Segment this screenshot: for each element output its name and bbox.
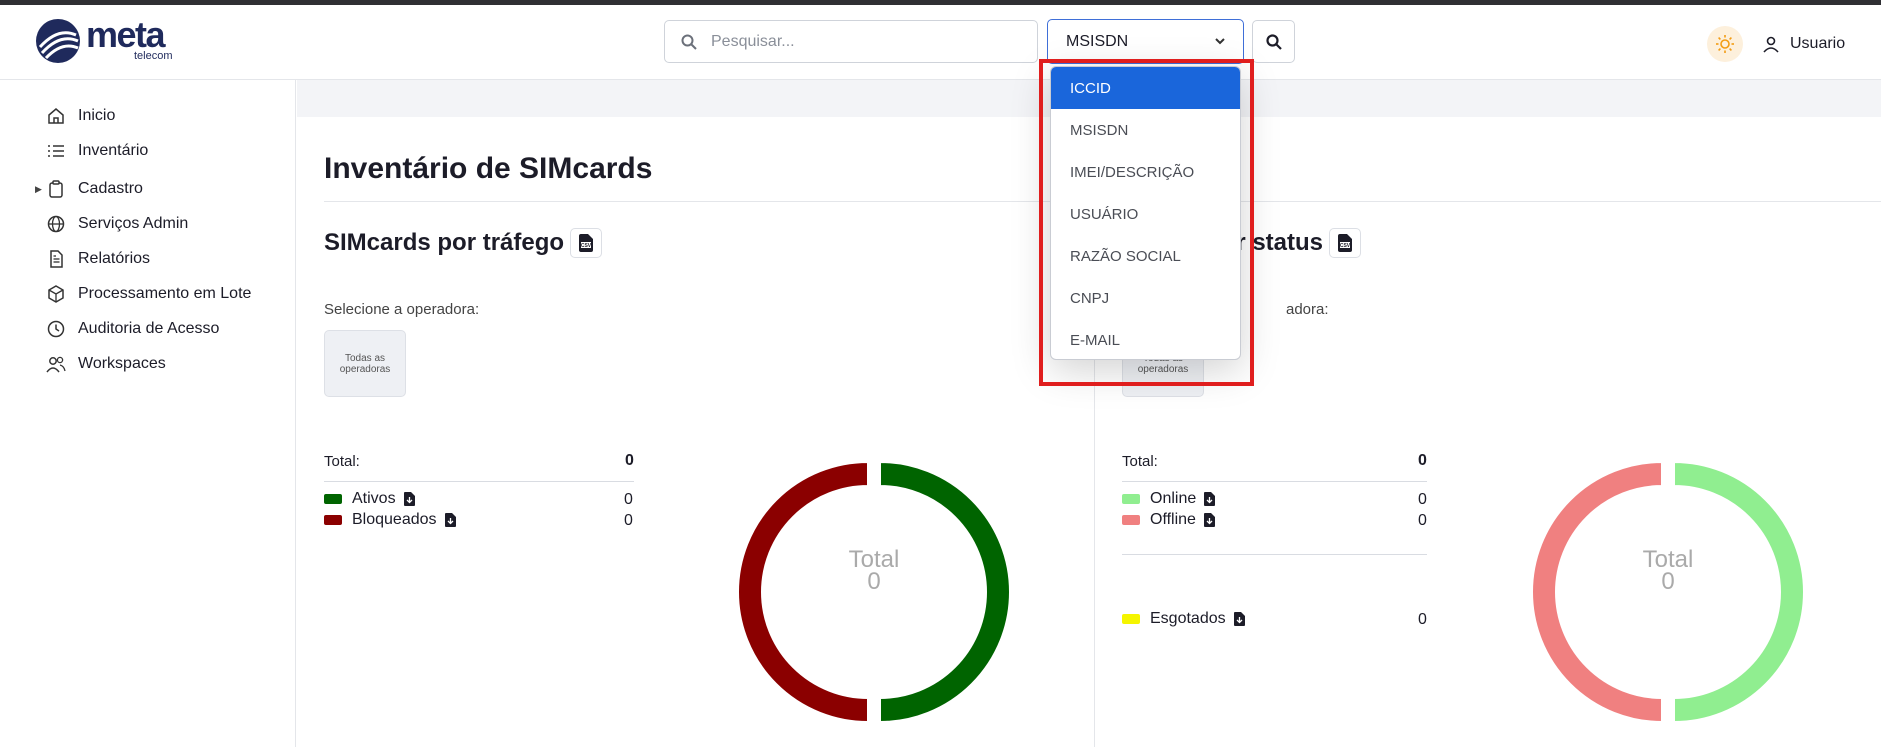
legend-swatch	[324, 515, 342, 525]
legend-value: 0	[1418, 491, 1427, 508]
list-icon	[46, 141, 66, 161]
legend-item-offline[interactable]: Offline	[1122, 511, 1215, 529]
legend-item-esgotados[interactable]: Esgotados	[1122, 610, 1245, 628]
sidebar: Inicio Inventário ▶ Cadastro Serviços Ad…	[0, 80, 296, 747]
sidebar-item-label: Inicio	[78, 107, 116, 124]
search-type-select[interactable]: MSISDN	[1047, 19, 1244, 64]
theme-toggle-button[interactable]	[1707, 26, 1743, 62]
logo-globe-icon	[36, 19, 80, 63]
download-icon[interactable]	[444, 513, 456, 527]
svg-text:CSV: CSV	[1340, 243, 1351, 249]
user-menu[interactable]: Usuario	[1762, 35, 1845, 53]
csv-file-icon: CSV	[579, 234, 594, 252]
total-divider	[1122, 481, 1427, 482]
donut-center-value: 0	[867, 568, 880, 595]
globe-icon	[46, 214, 66, 234]
download-icon[interactable]	[1204, 492, 1216, 506]
csv-export-button[interactable]: CSV	[1329, 228, 1362, 258]
legend-value: 0	[624, 512, 633, 529]
operator-select-label: adora:	[1286, 301, 1329, 318]
operator-option-all[interactable]: Todas as operadoras	[324, 330, 406, 397]
donut-segment-bloqueados[interactable]	[737, 460, 869, 724]
legend-label: Ativos	[352, 490, 396, 507]
download-icon[interactable]	[1203, 513, 1215, 527]
legend-swatch	[1122, 515, 1140, 525]
status-donut-chart: Total 0	[1531, 460, 1805, 724]
sidebar-item-label: Processamento em Lote	[78, 285, 252, 302]
total-divider	[324, 481, 634, 482]
box-icon	[46, 284, 66, 304]
donut-segment-ativos[interactable]	[879, 460, 1011, 724]
sidebar-item-inicio[interactable]: Inicio	[46, 106, 115, 126]
legend-label: Offline	[1150, 511, 1196, 528]
legend-swatch	[1122, 494, 1140, 504]
total-value: 0	[1418, 452, 1427, 469]
search-icon	[1265, 33, 1282, 50]
user-label: Usuario	[1790, 35, 1846, 52]
home-icon	[46, 106, 66, 126]
legend-item-online[interactable]: Online	[1122, 490, 1216, 508]
legend-swatch	[324, 494, 342, 504]
csv-export-button[interactable]: CSV	[570, 228, 603, 258]
download-icon[interactable]	[403, 492, 415, 506]
search-type-selected: MSISDN	[1066, 32, 1129, 50]
sidebar-item-label: Auditoria de Acesso	[78, 320, 220, 337]
logo-subtitle: telecom	[134, 50, 173, 62]
download-icon[interactable]	[1233, 612, 1245, 626]
total-value: 0	[625, 452, 634, 469]
legend-value: 0	[1418, 512, 1427, 529]
page-title: Inventário de SIMcards	[324, 152, 653, 185]
traffic-panel-title: SIMcards por tráfego	[324, 229, 565, 256]
total-label: Total:	[1122, 453, 1158, 470]
logo-wordmark: meta	[86, 14, 166, 55]
sidebar-item-label: Serviços Admin	[78, 215, 189, 232]
clock-icon	[46, 319, 66, 339]
top-header: meta telecom MSISDN Usuario	[0, 5, 1881, 80]
chevron-down-icon	[1215, 38, 1225, 45]
legend-item-bloqueados[interactable]: Bloqueados	[324, 511, 456, 529]
legend-value: 0	[624, 491, 633, 508]
donut-center-value: 0	[1661, 568, 1674, 595]
operator-select-label: Selecione a operadora:	[324, 301, 480, 318]
donut-segment-offline[interactable]	[1531, 460, 1663, 724]
search-button[interactable]	[1252, 20, 1295, 63]
user-icon	[1763, 36, 1779, 53]
search-input[interactable]	[711, 32, 1011, 51]
sidebar-item-cadastro[interactable]: Cadastro	[46, 179, 143, 199]
sidebar-item-processamento-em-lote[interactable]: Processamento em Lote	[46, 284, 251, 304]
donut-segment-online[interactable]	[1673, 460, 1805, 724]
traffic-donut-chart: Total 0	[737, 460, 1011, 724]
legend-label: Esgotados	[1150, 610, 1226, 627]
sidebar-item-label: Workspaces	[78, 355, 166, 372]
legend-label: Bloqueados	[352, 511, 437, 528]
sidebar-item-auditoria-de-acesso[interactable]: Auditoria de Acesso	[46, 319, 219, 339]
sidebar-item-servicos-admin[interactable]: Serviços Admin	[46, 214, 188, 234]
expand-caret-icon[interactable]: ▶	[35, 184, 42, 195]
legend-value: 0	[1418, 611, 1427, 628]
annotation-highlight-box	[1039, 59, 1254, 386]
clipboard-icon	[46, 179, 66, 199]
sun-icon	[1716, 35, 1734, 53]
traffic-panel-heading: SIMcards por tráfego CSV	[324, 228, 603, 258]
sidebar-item-inventario[interactable]: Inventário	[46, 141, 148, 161]
sidebar-item-label: Relatórios	[78, 250, 151, 267]
sidebar-item-workspaces[interactable]: Workspaces	[46, 354, 166, 374]
legend-item-ativos[interactable]: Ativos	[324, 490, 415, 508]
csv-file-icon: CSV	[1338, 234, 1353, 252]
sidebar-item-label: Cadastro	[78, 180, 143, 197]
legend-swatch	[1122, 614, 1140, 624]
sidebar-item-label: Inventário	[78, 142, 149, 159]
users-icon	[46, 354, 66, 374]
search-icon	[681, 34, 697, 50]
legend-divider	[1122, 554, 1427, 555]
document-icon	[46, 249, 66, 269]
total-label: Total:	[324, 453, 360, 470]
sidebar-item-relatorios[interactable]: Relatórios	[46, 249, 150, 269]
legend-label: Online	[1150, 490, 1197, 507]
svg-text:CSV: CSV	[581, 243, 592, 249]
search-box[interactable]	[664, 20, 1038, 63]
